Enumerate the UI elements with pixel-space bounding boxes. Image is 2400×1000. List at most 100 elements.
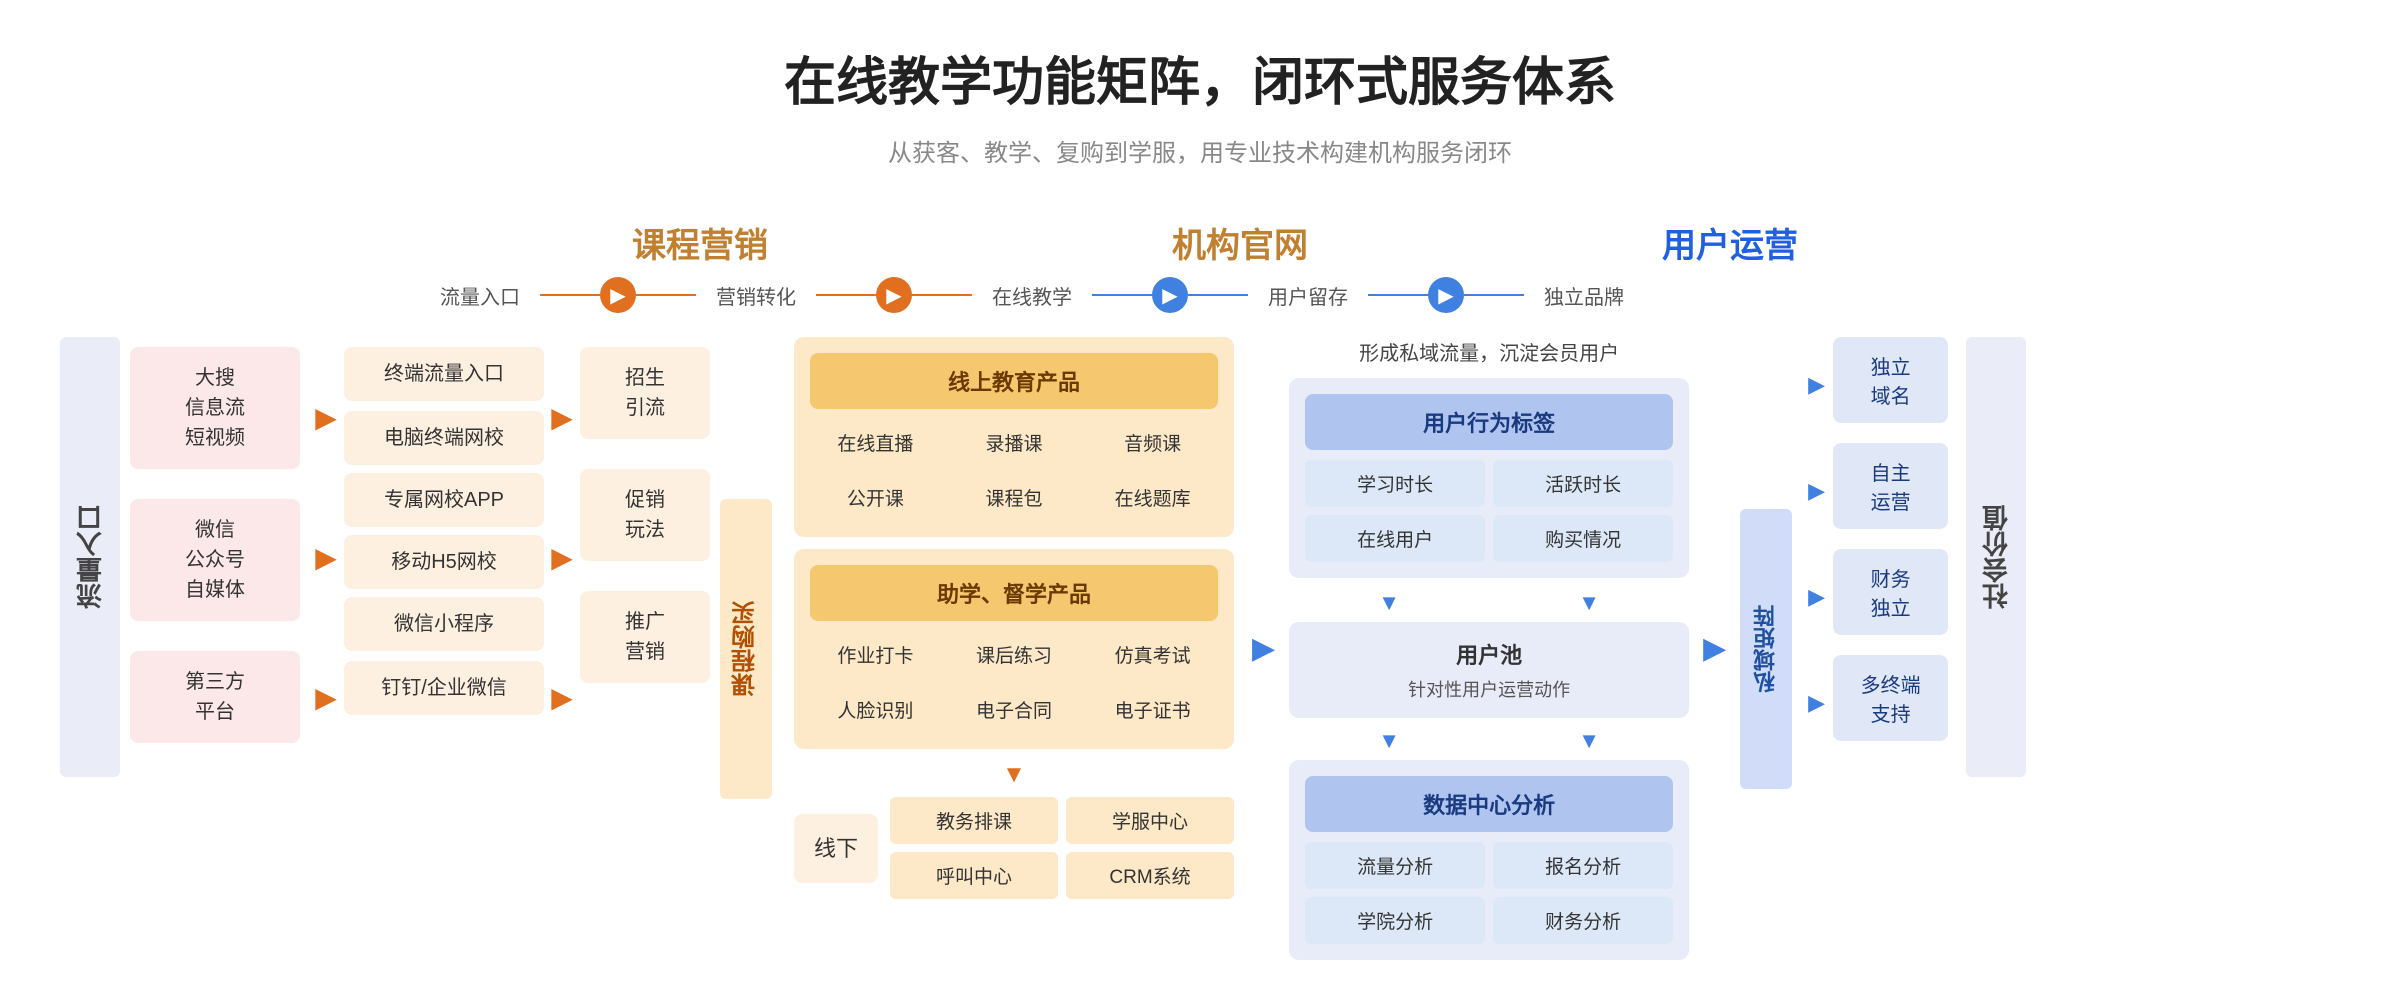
marketing-item-1: 终端流量入口 bbox=[344, 347, 544, 401]
marketing-col: 终端流量入口 电脑终端网校 专属网校APP 移动H5网校 微信小程序 钉钉/企业… bbox=[344, 337, 544, 725]
product-header: 线上教育产品 bbox=[810, 353, 1218, 409]
left-label: 流量入口 bbox=[60, 337, 120, 777]
arrow-down-1: ▼ bbox=[794, 761, 1234, 789]
section-header-operation: 用户运营 bbox=[1662, 227, 1798, 265]
data-3: 学院分析 bbox=[1305, 897, 1485, 944]
data-4: 财务分析 bbox=[1493, 897, 1673, 944]
behavior-2: 活跃时长 bbox=[1493, 460, 1673, 507]
offline-1: 教务排课 bbox=[890, 797, 1058, 844]
page-container: 在线教学功能矩阵，闭环式服务体系 从获客、教学、复购到学服，用专业技术构建机构服… bbox=[0, 0, 2400, 1000]
flow-line-7 bbox=[1368, 294, 1428, 296]
user-pool-sub: 针对性用户运营动作 bbox=[1305, 676, 1673, 702]
flow-line-4 bbox=[912, 294, 972, 296]
assist-header: 助学、督学产品 bbox=[810, 565, 1218, 621]
arrows-down-2: ▼ ▼ bbox=[1289, 590, 1689, 616]
retention-top-text: 形成私域流量，沉淀会员用户 bbox=[1289, 337, 1689, 366]
promo-item-2: 促销 玩法 bbox=[580, 469, 710, 561]
traffic-sources: 大搜 信息流 短视频 微信 公众号 自媒体 第三方 平台 bbox=[130, 337, 300, 753]
promo-item-3: 推广 营销 bbox=[580, 591, 710, 683]
course-buy-label: 课程购买 bbox=[720, 499, 772, 799]
marketing-item-2: 电脑终端网校 bbox=[344, 411, 544, 465]
offline-label: 线下 bbox=[794, 814, 878, 883]
marketing-item-6: 钉钉/企业微信 bbox=[344, 661, 544, 715]
behavior-header: 用户行为标签 bbox=[1305, 394, 1673, 450]
section-header-official: 机构官网 bbox=[1172, 227, 1308, 265]
traffic-source-1: 大搜 信息流 短视频 bbox=[130, 347, 300, 469]
data-2: 报名分析 bbox=[1493, 842, 1673, 889]
assist-4: 人脸识别 bbox=[810, 686, 941, 733]
promo-item-1: 招生 引流 bbox=[580, 347, 710, 439]
data-center-block: 数据中心分析 流量分析 报名分析 学院分析 财务分析 bbox=[1289, 760, 1689, 960]
offline-row: 线下 教务排课 学服中心 呼叫中心 CRM系统 bbox=[794, 797, 1234, 899]
flow-step-2: 营销转化 bbox=[696, 281, 816, 310]
brand-row-2: ▶ 自主运营 bbox=[1808, 443, 1948, 539]
product-grid: 在线直播 录播课 音频课 公开课 课程包 在线题库 bbox=[810, 419, 1218, 521]
flow-line-2 bbox=[636, 294, 696, 296]
arrows-2: ▶ ▶ ▶ bbox=[544, 337, 580, 777]
online-teaching-section: 线上教育产品 在线直播 录播课 音频课 公开课 课程包 在线题库 助学、督学产品… bbox=[794, 337, 1234, 899]
arrows-down-3: ▼ ▼ bbox=[1289, 728, 1689, 754]
marketing-item-3: 专属网校APP bbox=[344, 473, 544, 527]
behavior-4: 购买情况 bbox=[1493, 515, 1673, 562]
brand-item-2: 自主运营 bbox=[1833, 443, 1948, 529]
brand-item-1: 独立域名 bbox=[1833, 337, 1948, 423]
data-grid: 流量分析 报名分析 学院分析 财务分析 bbox=[1305, 842, 1673, 944]
product-1: 在线直播 bbox=[810, 419, 941, 466]
assist-1: 作业打卡 bbox=[810, 631, 941, 678]
flow-step-3: 在线教学 bbox=[972, 281, 1092, 310]
flow-step-4: 用户留存 bbox=[1248, 281, 1368, 310]
social-value-label: 社会价值 bbox=[1966, 337, 2026, 777]
brand-row-1: ▶ 独立域名 bbox=[1808, 337, 1948, 433]
private-domain-label: 私域矩阵 bbox=[1740, 509, 1792, 789]
section-header-marketing: 课程营销 bbox=[632, 227, 768, 265]
assist-2: 课后练习 bbox=[949, 631, 1080, 678]
flow-step-5: 独立品牌 bbox=[1524, 281, 1644, 310]
flow-circle-3: ▶ bbox=[1152, 277, 1188, 313]
offline-4: CRM系统 bbox=[1066, 852, 1234, 899]
marketing-item-4: 移动H5网校 bbox=[344, 535, 544, 589]
product-6: 在线题库 bbox=[1087, 474, 1218, 521]
product-3: 音频课 bbox=[1087, 419, 1218, 466]
user-pool-title: 用户池 bbox=[1305, 638, 1673, 670]
page-subtitle: 从获客、教学、复购到学服，用专业技术构建机构服务闭环 bbox=[60, 133, 2340, 168]
assist-5: 电子合同 bbox=[949, 686, 1080, 733]
behavior-1: 学习时长 bbox=[1305, 460, 1485, 507]
brand-item-4: 多终端支持 bbox=[1833, 655, 1948, 741]
product-2: 录播课 bbox=[949, 419, 1080, 466]
behavior-grid: 学习时长 活跃时长 在线用户 购买情况 bbox=[1305, 460, 1673, 562]
flow-step-1: 流量入口 bbox=[420, 281, 540, 310]
data-header: 数据中心分析 bbox=[1305, 776, 1673, 832]
offline-2: 学服中心 bbox=[1066, 797, 1234, 844]
assist-3: 仿真考试 bbox=[1087, 631, 1218, 678]
flow-line-8 bbox=[1464, 294, 1524, 296]
assist-grid: 作业打卡 课后练习 仿真考试 人脸识别 电子合同 电子证书 bbox=[810, 631, 1218, 733]
flow-circle-1: ▶ bbox=[600, 277, 636, 313]
assist-6: 电子证书 bbox=[1087, 686, 1218, 733]
flow-circle-2: ▶ bbox=[876, 277, 912, 313]
brand-col: ▶ 独立域名 ▶ 自主运营 ▶ 财务独立 ▶ 多终端支持 bbox=[1808, 337, 1948, 751]
brand-item-3: 财务独立 bbox=[1833, 549, 1948, 635]
behavior-3: 在线用户 bbox=[1305, 515, 1485, 562]
flow-line-6 bbox=[1188, 294, 1248, 296]
flow-line-3 bbox=[816, 294, 876, 296]
flow-circle-4: ▶ bbox=[1428, 277, 1464, 313]
promo-col: 招生 引流 促销 玩法 推广 营销 bbox=[580, 337, 710, 693]
brand-row-4: ▶ 多终端支持 bbox=[1808, 655, 1948, 751]
arrows-1: ▶ ▶ ▶ bbox=[308, 337, 344, 777]
flow-line-1 bbox=[540, 294, 600, 296]
data-1: 流量分析 bbox=[1305, 842, 1485, 889]
user-pool-block: 用户池 针对性用户运营动作 bbox=[1289, 622, 1689, 718]
user-retention-section: 形成私域流量，沉淀会员用户 用户行为标签 学习时长 活跃时长 在线用户 购买情况… bbox=[1289, 337, 1689, 960]
content-area: 流量入口 大搜 信息流 短视频 微信 公众号 自媒体 第三方 平台 ▶ ▶ ▶ … bbox=[60, 337, 2340, 960]
offline-3: 呼叫中心 bbox=[890, 852, 1058, 899]
page-title: 在线教学功能矩阵，闭环式服务体系 bbox=[60, 40, 2340, 115]
arrow-to-retention: ▶ bbox=[1252, 631, 1275, 666]
marketing-item-5: 微信小程序 bbox=[344, 597, 544, 651]
product-4: 公开课 bbox=[810, 474, 941, 521]
product-5: 课程包 bbox=[949, 474, 1080, 521]
arrow-to-private: ▶ bbox=[1703, 631, 1726, 666]
traffic-source-3: 第三方 平台 bbox=[130, 651, 300, 743]
flow-line-5 bbox=[1092, 294, 1152, 296]
brand-row-3: ▶ 财务独立 bbox=[1808, 549, 1948, 645]
traffic-source-2: 微信 公众号 自媒体 bbox=[130, 499, 300, 621]
